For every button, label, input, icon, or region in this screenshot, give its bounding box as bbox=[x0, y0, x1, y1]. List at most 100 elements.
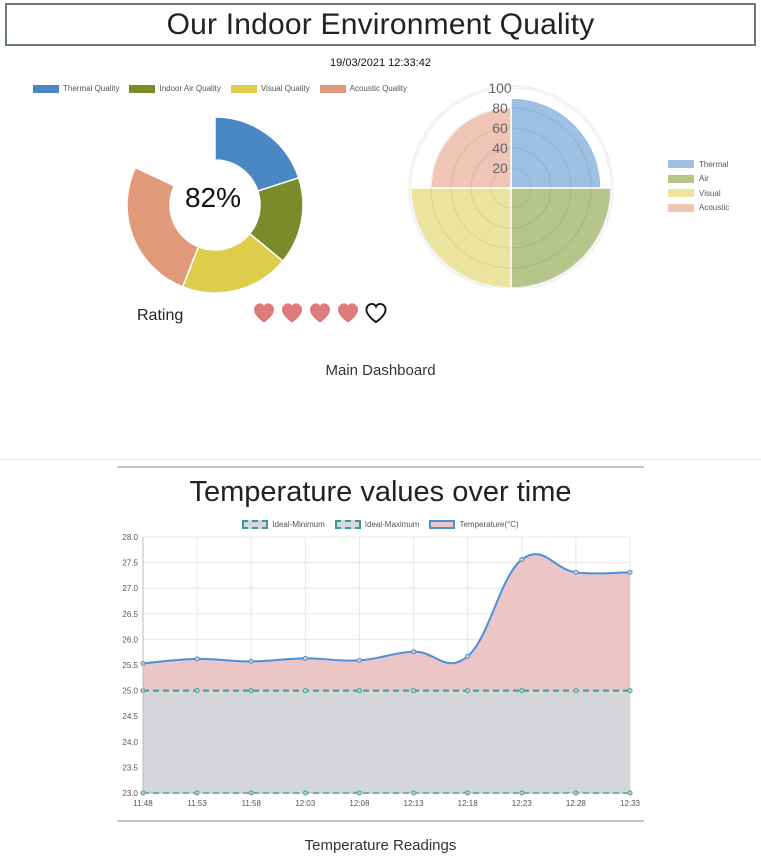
data-point-temperature[interactable] bbox=[465, 653, 471, 659]
polar-tick-label: 100 bbox=[488, 80, 512, 96]
data-point-temperature[interactable] bbox=[356, 657, 362, 663]
overall-score: 82% bbox=[184, 182, 242, 213]
x-tick-label: 12:18 bbox=[458, 799, 479, 808]
y-tick-label: 23.0 bbox=[122, 789, 138, 798]
data-point-ideal-maximum[interactable] bbox=[573, 688, 579, 694]
donut-slice-thermal-quality[interactable] bbox=[214, 116, 300, 193]
legend-item-visual[interactable]: Visual bbox=[668, 186, 729, 201]
y-tick-label: 25.0 bbox=[122, 687, 138, 696]
ideal-range-fill bbox=[143, 690, 630, 793]
legend-label: Visual bbox=[699, 188, 721, 198]
legend-label: Thermal Quality bbox=[63, 84, 120, 93]
data-point-temperature[interactable] bbox=[411, 649, 417, 655]
temperature-readings-caption: Temperature Readings bbox=[304, 837, 457, 854]
legend-item-air[interactable]: Air bbox=[668, 172, 729, 187]
y-tick-label: 28.0 bbox=[122, 533, 138, 542]
rating-hearts bbox=[252, 302, 388, 324]
y-tick-label: 27.0 bbox=[122, 584, 138, 593]
heart-filled-icon bbox=[281, 303, 303, 323]
legend-swatch bbox=[334, 520, 361, 529]
polar-slice-thermal[interactable] bbox=[510, 97, 602, 189]
legend-swatch bbox=[668, 174, 694, 183]
heart-filled-icon bbox=[309, 303, 331, 323]
data-point-ideal-maximum[interactable] bbox=[194, 688, 200, 694]
legend-swatch bbox=[129, 84, 156, 93]
polar-slice-visual[interactable] bbox=[410, 187, 512, 288]
x-tick-label: 11:53 bbox=[187, 799, 207, 808]
legend-swatch bbox=[668, 203, 694, 212]
y-tick-label: 24.5 bbox=[122, 712, 138, 721]
legend-item-air[interactable]: Indoor Air Quality bbox=[129, 84, 221, 93]
polar-tick-label: 80 bbox=[492, 100, 508, 116]
x-tick-label: 12:03 bbox=[295, 799, 316, 808]
data-point-ideal-maximum[interactable] bbox=[411, 688, 417, 694]
legend-swatch bbox=[429, 520, 456, 529]
x-tick-label: 12:23 bbox=[512, 799, 533, 808]
datetime-display: 19/03/2021 12:33:42 bbox=[330, 57, 431, 69]
y-tick-label: 24.0 bbox=[122, 738, 138, 747]
polar-legend: Thermal Air Visual Acoustic bbox=[668, 157, 729, 215]
legend-item-ideal-maximum[interactable]: Ideal-Maximum bbox=[334, 520, 420, 529]
legend-item-thermal[interactable]: Thermal bbox=[668, 157, 729, 172]
polar-slice-air[interactable] bbox=[510, 187, 612, 288]
legend-item-acoustic[interactable]: Acoustic Quality bbox=[319, 84, 407, 93]
data-point-temperature[interactable] bbox=[248, 658, 254, 664]
polar-tick-label: 40 bbox=[492, 140, 508, 156]
data-point-temperature[interactable] bbox=[519, 557, 525, 563]
legend-item-ideal-minimum[interactable]: Ideal-Minimum bbox=[242, 520, 325, 529]
legend-label: Temperature(°C) bbox=[459, 520, 519, 529]
data-point-temperature[interactable] bbox=[573, 569, 579, 575]
temperature-line-chart: 28.0 27.5 27.0 26.5 26.0 25.5 25.0 24.5 24.0 23.5… bbox=[122, 533, 641, 808]
legend-item-visual[interactable]: Visual Quality bbox=[230, 84, 310, 93]
legend-swatch bbox=[668, 160, 694, 169]
data-point-ideal-maximum[interactable] bbox=[302, 688, 308, 694]
donut-legend: Thermal Quality Indoor Air Quality Visua… bbox=[33, 84, 407, 93]
data-point-temperature[interactable] bbox=[302, 655, 308, 661]
chart-bottom-rule bbox=[117, 820, 644, 822]
legend-item-acoustic[interactable]: Acoustic bbox=[668, 201, 729, 216]
y-tick-label: 25.5 bbox=[122, 661, 138, 670]
y-tick-label: 27.5 bbox=[122, 559, 138, 568]
heart-filled-icon bbox=[337, 303, 359, 323]
legend-label: Acoustic Quality bbox=[349, 84, 407, 93]
legend-label: Indoor Air Quality bbox=[159, 84, 221, 93]
x-tick-label: 11:58 bbox=[242, 799, 262, 808]
polar-tick-label: 60 bbox=[492, 120, 508, 136]
data-point-ideal-maximum[interactable] bbox=[465, 688, 471, 694]
legend-label: Visual Quality bbox=[260, 84, 310, 93]
heart-filled-icon bbox=[253, 303, 275, 323]
polar-area-chart: 20 40 60 80 100 bbox=[408, 80, 614, 288]
page-title-box: Our Indoor Environment Quality bbox=[5, 3, 756, 46]
data-point-ideal-maximum[interactable] bbox=[519, 688, 525, 694]
legend-swatch bbox=[242, 520, 269, 529]
temperature-chart-title: Temperature values over time bbox=[189, 476, 572, 508]
temperature-legend: Ideal-Minimum Ideal-Maximum Temperature(… bbox=[0, 520, 761, 529]
legend-label: Air bbox=[699, 174, 709, 184]
legend-label: Ideal-Minimum bbox=[272, 520, 325, 529]
polar-tick-label: 20 bbox=[492, 160, 508, 176]
data-point-ideal-maximum[interactable] bbox=[627, 688, 633, 694]
y-tick-label: 26.5 bbox=[122, 610, 138, 619]
y-tick-label: 23.5 bbox=[122, 763, 138, 772]
x-tick-label: 12:33 bbox=[620, 799, 641, 808]
temperature-area-fill bbox=[143, 554, 630, 691]
legend-item-thermal[interactable]: Thermal Quality bbox=[33, 84, 119, 93]
data-point-ideal-maximum[interactable] bbox=[248, 688, 254, 694]
section-divider bbox=[0, 459, 761, 460]
rating-label: Rating bbox=[137, 307, 184, 324]
main-dashboard-caption: Main Dashboard bbox=[325, 362, 436, 379]
legend-item-temperature[interactable]: Temperature(°C) bbox=[429, 520, 519, 529]
legend-swatch bbox=[668, 189, 694, 198]
x-tick-label: 12:13 bbox=[404, 799, 425, 808]
x-tick-label: 12:28 bbox=[566, 799, 587, 808]
data-point-ideal-maximum[interactable] bbox=[356, 688, 362, 694]
x-tick-label: 12:08 bbox=[349, 799, 370, 808]
data-point-temperature[interactable] bbox=[627, 569, 633, 575]
legend-label: Ideal-Maximum bbox=[364, 520, 420, 529]
legend-swatch bbox=[319, 84, 346, 93]
y-tick-label: 26.0 bbox=[122, 635, 138, 644]
page-title: Our Indoor Environment Quality bbox=[166, 7, 595, 41]
legend-label: Thermal bbox=[699, 159, 729, 169]
x-tick-label: 11:48 bbox=[133, 799, 153, 808]
data-point-temperature[interactable] bbox=[194, 656, 200, 662]
